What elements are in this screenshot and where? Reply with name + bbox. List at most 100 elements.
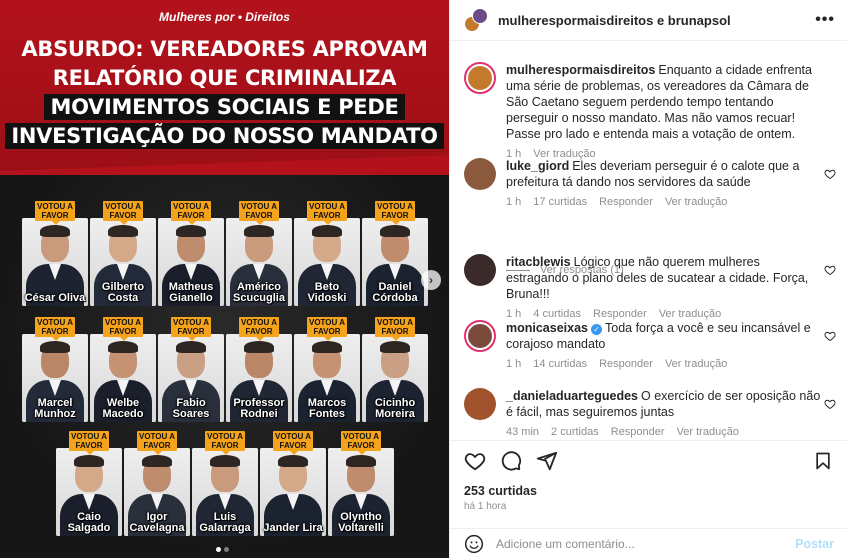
save-button[interactable] (810, 448, 836, 474)
councilor-name: Beto Vidoski (307, 281, 347, 304)
bookmark-icon (816, 452, 830, 469)
councilor-name: Marcos Fontes (307, 397, 347, 420)
post-header: mulherespormaisdireitos e brunapsol ••• (450, 0, 847, 41)
councilor-card: Professor Rodnei (226, 334, 292, 422)
headline-line-3: MOVIMENTOS SOCIAIS E PEDE (44, 94, 405, 120)
like-comment-icon[interactable] (824, 398, 836, 410)
comment-username[interactable]: monicaseixas (506, 321, 588, 335)
reply-button[interactable]: Responder (599, 196, 653, 208)
smiley-icon (464, 534, 484, 553)
comment-time[interactable]: 1 h (506, 196, 521, 208)
councilor-card: Beto Vidoski (294, 218, 360, 306)
comment-likes[interactable]: 14 curtidas (533, 358, 587, 370)
like-comment-icon[interactable] (824, 330, 836, 342)
collab-avatar[interactable] (464, 8, 488, 32)
comment-button[interactable] (498, 448, 524, 474)
councilor-card: Welbe Macedo (90, 334, 156, 422)
post-image[interactable]: Mulheres por • Direitos ABSURDO: VEREADO… (0, 0, 449, 558)
voted-in-favor-badge: VOTOU A FAVOR (69, 431, 109, 455)
voted-in-favor-badge: VOTOU A FAVOR (375, 201, 415, 225)
voted-in-favor-badge: VOTOU A FAVOR (103, 317, 143, 341)
comment-time[interactable]: 1 h (506, 308, 521, 320)
poster-headline: ABSURDO: VEREADORES APROVAM RELATÓRIO QU… (0, 36, 449, 149)
councilor-name: Welbe Macedo (102, 397, 144, 420)
councilor-card: Marcel Munhoz (22, 334, 88, 422)
see-translation-link[interactable]: Ver tradução (659, 308, 721, 320)
post-author-title[interactable]: mulherespormaisdireitos e brunapsol (498, 13, 815, 28)
avatar[interactable] (464, 254, 496, 286)
emoji-button[interactable] (464, 534, 484, 554)
verified-badge-icon: ✓ (591, 324, 602, 335)
see-translation-link[interactable]: Ver tradução (665, 358, 727, 370)
councilor-name: Jander Lira (263, 522, 323, 534)
voted-in-favor-badge: VOTOU A FAVOR (307, 317, 347, 341)
councilor-name: Fabio Soares (172, 397, 210, 420)
more-options-icon[interactable]: ••• (815, 11, 835, 29)
councilor-card: Cicinho Moreira (362, 334, 428, 422)
comment-icon (501, 450, 522, 471)
see-translation-link[interactable]: Ver tradução (665, 196, 727, 208)
comment-likes[interactable]: 2 curtidas (551, 426, 599, 438)
like-comment-icon[interactable] (824, 264, 836, 276)
poster-brand: Mulheres por • Direitos (159, 10, 290, 24)
reply-button[interactable]: Responder (599, 358, 653, 370)
see-translation-link[interactable]: Ver tradução (677, 426, 739, 438)
comment-username[interactable]: luke_giord (506, 159, 569, 173)
avatar[interactable] (464, 388, 496, 420)
councilor-card: Caio Salgado (56, 448, 122, 536)
carousel-dot (224, 547, 229, 552)
posted-time[interactable]: há 1 hora (464, 501, 506, 512)
councilor-name: Luis Galarraga (199, 511, 251, 534)
comment-username[interactable]: _danieladuarteguedes (506, 389, 638, 403)
councilor-card: Igor Cavelagna (124, 448, 190, 536)
comment-time[interactable]: 43 min (506, 426, 539, 438)
like-comment-icon[interactable] (824, 168, 836, 180)
voted-in-favor-badge: VOTOU A FAVOR (239, 201, 279, 225)
share-button[interactable] (534, 448, 560, 474)
likes-count[interactable]: 253 curtidas (464, 484, 537, 498)
comment-username[interactable]: mulherespormaisdireitos (506, 63, 655, 77)
voted-in-favor-badge: VOTOU A FAVOR (239, 317, 279, 341)
councilor-card: Marcos Fontes (294, 334, 360, 422)
councilor-card: Jander Lira (260, 448, 326, 536)
voted-in-favor-badge: VOTOU A FAVOR (273, 431, 313, 455)
councilor-name: César Oliva (24, 292, 86, 304)
comment-input[interactable] (496, 536, 796, 551)
councilor-name: Professor Rodnei (233, 397, 285, 420)
voted-in-favor-badge: VOTOU A FAVOR (375, 317, 415, 341)
carousel-dots (216, 547, 229, 552)
councilor-card: César Oliva (22, 218, 88, 306)
councilor-card: Daniel Córdoba (362, 218, 428, 306)
avatar[interactable] (464, 320, 496, 352)
comment-username[interactable]: ritacblewis (506, 255, 571, 269)
councilor-name: Daniel Córdoba (372, 281, 418, 304)
comment-likes[interactable]: 17 curtidas (533, 196, 587, 208)
councilor-card: Olyntho Voltarelli (328, 448, 394, 536)
voted-in-favor-badge: VOTOU A FAVOR (35, 201, 75, 225)
reply-button[interactable]: Responder (611, 426, 665, 438)
post-action-bar (450, 440, 847, 480)
voted-in-favor-badge: VOTOU A FAVOR (341, 431, 381, 455)
headline-line-4: INVESTIGAÇÃO DO NOSSO MANDATO (5, 123, 444, 149)
avatar[interactable] (464, 62, 496, 94)
send-icon (536, 451, 558, 470)
heart-icon (464, 452, 486, 470)
councilor-name: Cicinho Moreira (374, 397, 416, 420)
councilor-card: Américo Scucuglia (226, 218, 292, 306)
voted-in-favor-badge: VOTOU A FAVOR (35, 317, 75, 341)
comment-time[interactable]: 1 h (506, 358, 521, 370)
carousel-dot-active (216, 547, 221, 552)
avatar[interactable] (464, 158, 496, 190)
list-item: monicaseixas ✓ Toda força a você e seu inc… (464, 320, 836, 370)
headline-line-1: ABSURDO: VEREADORES APROVAM (21, 37, 428, 61)
like-button[interactable] (462, 448, 488, 474)
carousel-next-button[interactable]: › (421, 270, 441, 290)
voted-in-favor-badge: VOTOU A FAVOR (103, 201, 143, 225)
voted-in-favor-badge: VOTOU A FAVOR (205, 431, 245, 455)
voted-in-favor-badge: VOTOU A FAVOR (137, 431, 177, 455)
councilor-name: Caio Salgado (67, 511, 111, 534)
reply-button[interactable]: Responder (593, 308, 647, 320)
post-comment-button[interactable]: Postar (795, 537, 834, 551)
councilor-name: Igor Cavelagna (129, 511, 185, 534)
comment-likes[interactable]: 4 curtidas (533, 308, 581, 320)
